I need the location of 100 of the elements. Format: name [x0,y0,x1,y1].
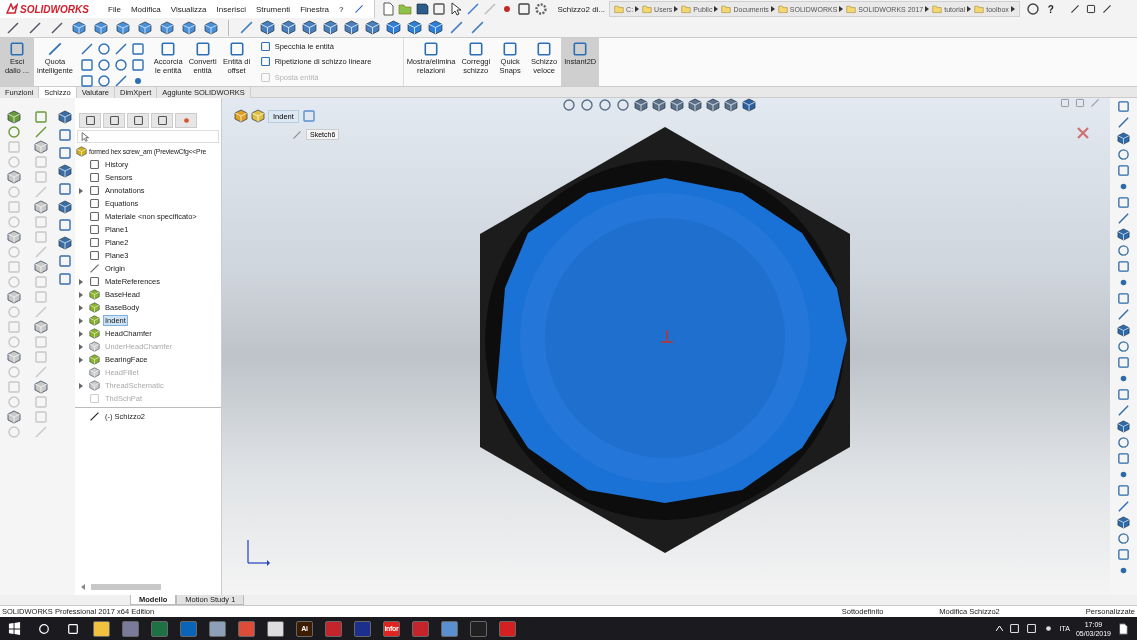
tool-icon[interactable] [58,254,72,268]
tool-icon[interactable] [1117,164,1130,177]
tool-icon[interactable] [34,125,49,139]
tool-icon[interactable] [58,182,72,196]
tool-icon[interactable] [1117,260,1130,273]
menu-item[interactable]: Finestra [300,4,330,14]
tool-icon[interactable] [58,218,72,232]
pointer-icon[interactable] [448,2,463,16]
expand-icon[interactable] [79,382,83,389]
panel-tab[interactable] [103,112,125,128]
expand-icon[interactable] [79,330,83,337]
settings-icon[interactable] [533,2,548,16]
panel-tab[interactable] [151,112,173,128]
line-icon[interactable] [113,41,128,56]
tool-icon[interactable] [1117,228,1130,241]
line-icon[interactable] [113,73,128,88]
tool-icon[interactable] [1117,420,1130,433]
front-view-icon[interactable] [260,20,275,35]
tool-icon[interactable] [1117,196,1130,209]
notifications-icon[interactable] [1117,622,1129,635]
cube-icon[interactable] [138,20,152,35]
tool-icon[interactable] [58,272,72,286]
tool-icon[interactable] [34,380,49,394]
circle-icon[interactable] [96,41,111,56]
left-view-icon[interactable] [302,20,317,35]
menu-item[interactable]: Strumenti [255,4,291,14]
tool-icon[interactable] [58,236,72,250]
tool-icon[interactable] [1117,148,1130,161]
tool-icon[interactable] [1117,388,1130,401]
tool-icon[interactable] [1117,500,1130,513]
tool-icon[interactable] [1117,484,1130,497]
menu-item[interactable]: File [108,4,121,14]
tool-icon[interactable] [58,200,72,214]
tool-icon[interactable] [6,125,21,139]
tool-icon[interactable] [6,170,21,184]
tool-icon[interactable] [1117,340,1130,353]
app-icon[interactable] [267,620,284,637]
iso-view-icon[interactable] [386,20,401,35]
expand-icon[interactable] [79,304,83,311]
tool-icon[interactable] [34,140,49,154]
right-view-icon[interactable] [323,20,338,35]
menu-item[interactable]: Inserisci [216,4,246,14]
cube-icon[interactable] [94,20,108,35]
tool-icon[interactable] [58,110,72,124]
tool-icon[interactable] [34,320,49,334]
tool-icon[interactable] [34,260,49,274]
tool-icon[interactable] [6,290,21,304]
app-icon[interactable] [441,620,458,637]
dimetric-view-icon[interactable] [407,20,422,35]
task-view-icon[interactable] [66,622,79,635]
windows-icon[interactable] [8,622,21,635]
display-style-icon[interactable] [652,98,666,112]
tool-icon[interactable] [34,200,49,214]
rectangle-icon[interactable] [79,73,94,88]
tool-icon[interactable] [58,128,72,142]
circle-icon[interactable] [96,57,111,72]
expand-icon[interactable] [79,317,83,324]
close-sketch-icon[interactable] [1076,126,1090,140]
menu-item[interactable]: Visualizza [170,4,207,14]
panel-tab[interactable] [79,112,101,128]
back-view-icon[interactable] [281,20,296,35]
tool-icon[interactable] [1117,532,1130,545]
tool-icon[interactable] [1117,292,1130,305]
tool-icon[interactable] [6,110,21,124]
bottom-view-icon[interactable] [365,20,380,35]
scroll-thumb[interactable] [91,584,161,590]
tool-icon[interactable] [6,230,21,244]
expand-icon[interactable] [79,278,83,285]
rectangle-icon[interactable] [130,41,145,56]
app-icon[interactable] [93,620,110,637]
tool-icon[interactable] [1117,100,1130,113]
tool-icon[interactable] [1117,516,1130,529]
tool-icon[interactable] [1117,548,1130,561]
expand-icon[interactable] [79,291,83,298]
tool-icon[interactable] [1117,244,1130,257]
tool-icon[interactable] [1117,324,1130,337]
tool-icon[interactable] [6,350,21,364]
tool-icon[interactable] [1117,132,1130,145]
tool-icon[interactable] [1117,452,1130,465]
rectangle-icon[interactable] [130,57,145,72]
menu-item[interactable]: ? [339,4,344,14]
tool-icon[interactable] [1117,116,1130,129]
panel-tab[interactable] [175,112,197,128]
app-icon[interactable] [209,620,226,637]
line-icon[interactable] [79,41,94,56]
help-menu[interactable]: ? [1043,3,1058,15]
cube-icon[interactable] [116,20,130,35]
trimetric-view-icon[interactable] [428,20,443,35]
menu-item[interactable]: Modifica [130,4,161,14]
filter-field[interactable] [77,130,219,143]
tool-icon[interactable] [1117,212,1130,225]
cube-icon[interactable] [72,20,86,35]
assembly-icon[interactable] [234,109,248,123]
part-icon[interactable] [251,109,265,123]
save-icon[interactable] [414,2,429,16]
tool-icon[interactable] [1117,436,1130,449]
view-orientation-icon[interactable] [634,98,648,112]
expand-icon[interactable] [79,356,83,363]
panel-tab[interactable] [127,112,149,128]
tool-icon[interactable] [6,410,21,424]
